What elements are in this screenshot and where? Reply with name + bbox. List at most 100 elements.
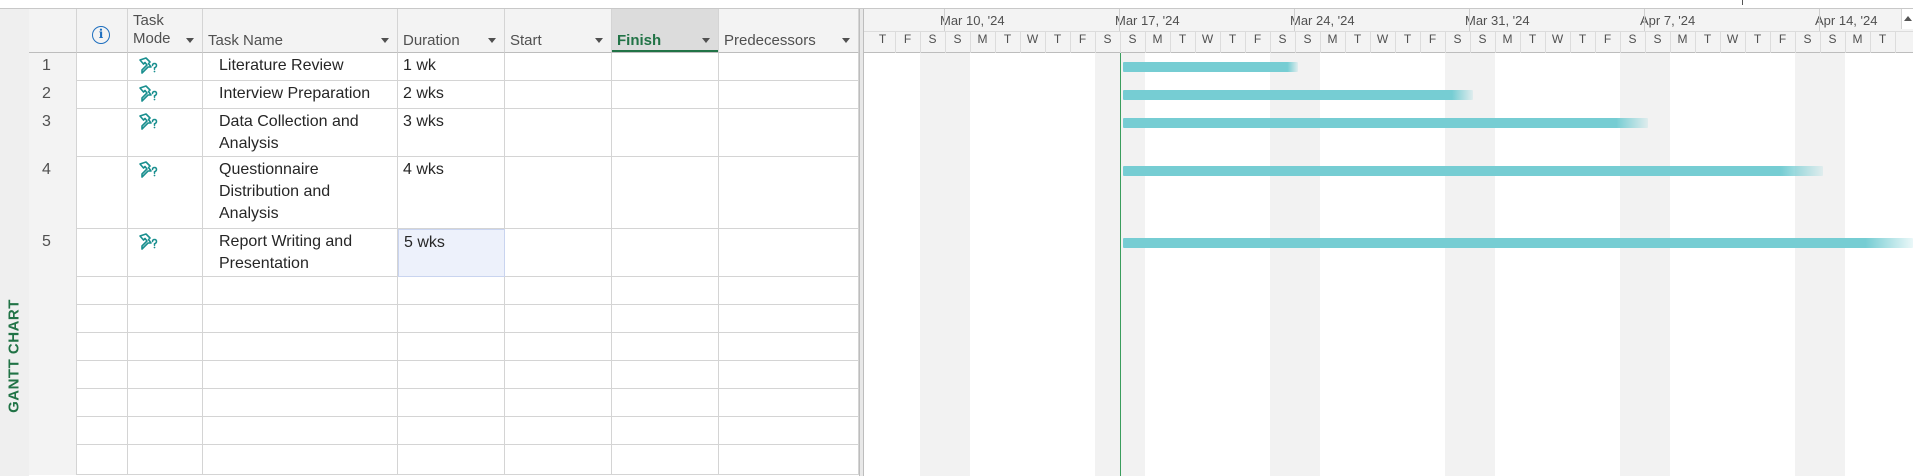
- indicator-cell[interactable]: [77, 53, 128, 81]
- task-bar[interactable]: [1123, 166, 1823, 176]
- empty-cell[interactable]: [77, 445, 128, 475]
- empty-cell[interactable]: [505, 333, 612, 361]
- task-row[interactable]: 4 Questionnaire Distribution and Analysis…: [29, 157, 859, 229]
- empty-cell[interactable]: [612, 305, 719, 333]
- empty-row[interactable]: [29, 445, 859, 475]
- empty-cell[interactable]: [398, 333, 505, 361]
- task-row[interactable]: 1 Literature Review 1 wk: [29, 53, 859, 81]
- empty-cell[interactable]: [77, 305, 128, 333]
- indicator-cell[interactable]: [77, 109, 128, 157]
- col-header-task-name[interactable]: Task Name: [203, 9, 398, 53]
- empty-cell[interactable]: [719, 389, 859, 417]
- scroll-up-button[interactable]: [1901, 9, 1913, 29]
- empty-cell[interactable]: [29, 417, 77, 445]
- empty-cell[interactable]: [29, 277, 77, 305]
- empty-cell[interactable]: [612, 361, 719, 389]
- empty-cell[interactable]: [398, 445, 505, 475]
- row-id[interactable]: 3: [29, 109, 77, 157]
- task-mode-cell[interactable]: [128, 229, 203, 277]
- empty-cell[interactable]: [398, 417, 505, 445]
- empty-cell[interactable]: [505, 361, 612, 389]
- predecessors-cell[interactable]: [719, 109, 859, 157]
- empty-cell[interactable]: [128, 445, 203, 475]
- task-mode-cell[interactable]: [128, 81, 203, 109]
- chevron-down-icon[interactable]: [702, 38, 710, 43]
- empty-cell[interactable]: [719, 417, 859, 445]
- col-header-start[interactable]: Start: [505, 9, 612, 53]
- empty-cell[interactable]: [128, 333, 203, 361]
- col-header-predecessors[interactable]: Predecessors: [719, 9, 859, 53]
- empty-cell[interactable]: [398, 277, 505, 305]
- empty-cell[interactable]: [398, 361, 505, 389]
- empty-cell[interactable]: [398, 389, 505, 417]
- task-row[interactable]: 3 Data Collection and Analysis 3 wks: [29, 109, 859, 157]
- task-row[interactable]: 2 Interview Preparation 2 wks: [29, 81, 859, 109]
- indicator-cell[interactable]: [77, 81, 128, 109]
- empty-cell[interactable]: [29, 445, 77, 475]
- empty-cell[interactable]: [77, 361, 128, 389]
- chevron-down-icon[interactable]: [488, 38, 496, 43]
- indicator-cell[interactable]: [77, 229, 128, 277]
- empty-cell[interactable]: [77, 277, 128, 305]
- empty-cell[interactable]: [719, 333, 859, 361]
- start-cell[interactable]: [505, 229, 612, 277]
- task-bar[interactable]: [1123, 238, 1913, 248]
- empty-cell[interactable]: [128, 361, 203, 389]
- empty-cell[interactable]: [505, 277, 612, 305]
- view-bar[interactable]: GANTT CHART: [0, 9, 30, 476]
- empty-cell[interactable]: [719, 445, 859, 475]
- empty-cell[interactable]: [203, 305, 398, 333]
- finish-cell[interactable]: [612, 229, 719, 277]
- predecessors-cell[interactable]: [719, 157, 859, 229]
- chevron-down-icon[interactable]: [186, 38, 194, 43]
- timescale-header[interactable]: TFSSMTWTFSSMTWTFSSMTWTFSSMTWTFSSMTWTFSSM…: [864, 9, 1913, 53]
- task-row[interactable]: 5 Report Writing and Presentation 5 wks: [29, 229, 859, 277]
- empty-cell[interactable]: [719, 361, 859, 389]
- row-id[interactable]: 2: [29, 81, 77, 109]
- empty-cell[interactable]: [719, 305, 859, 333]
- task-mode-cell[interactable]: [128, 53, 203, 81]
- empty-cell[interactable]: [128, 277, 203, 305]
- task-mode-cell[interactable]: [128, 157, 203, 229]
- finish-cell[interactable]: [612, 81, 719, 109]
- empty-cell[interactable]: [612, 417, 719, 445]
- task-name-cell[interactable]: Literature Review: [203, 53, 398, 81]
- chevron-down-icon[interactable]: [595, 38, 603, 43]
- row-id[interactable]: 5: [29, 229, 77, 277]
- empty-cell[interactable]: [505, 417, 612, 445]
- empty-cell[interactable]: [29, 361, 77, 389]
- empty-cell[interactable]: [77, 417, 128, 445]
- task-bar[interactable]: [1123, 118, 1648, 128]
- col-header-duration[interactable]: Duration: [398, 9, 505, 53]
- empty-cell[interactable]: [203, 277, 398, 305]
- empty-cell[interactable]: [29, 305, 77, 333]
- empty-cell[interactable]: [77, 389, 128, 417]
- empty-row[interactable]: [29, 361, 859, 389]
- empty-cell[interactable]: [612, 445, 719, 475]
- empty-cell[interactable]: [29, 333, 77, 361]
- empty-cell[interactable]: [29, 389, 77, 417]
- col-header-indicators[interactable]: i: [77, 9, 128, 53]
- duration-cell[interactable]: 1 wk: [398, 53, 505, 81]
- empty-cell[interactable]: [505, 389, 612, 417]
- empty-cell[interactable]: [203, 417, 398, 445]
- finish-cell[interactable]: [612, 109, 719, 157]
- empty-row[interactable]: [29, 305, 859, 333]
- select-all-corner[interactable]: [29, 9, 77, 53]
- empty-cell[interactable]: [505, 445, 612, 475]
- duration-cell[interactable]: 3 wks: [398, 109, 505, 157]
- col-header-finish[interactable]: Finish: [612, 9, 719, 53]
- row-id[interactable]: 4: [29, 157, 77, 229]
- empty-row[interactable]: [29, 389, 859, 417]
- empty-cell[interactable]: [203, 445, 398, 475]
- finish-cell[interactable]: [612, 157, 719, 229]
- task-name-cell[interactable]: Questionnaire Distribution and Analysis: [203, 157, 398, 229]
- task-bar[interactable]: [1123, 90, 1473, 100]
- empty-cell[interactable]: [612, 333, 719, 361]
- empty-cell[interactable]: [203, 333, 398, 361]
- task-name-cell[interactable]: Data Collection and Analysis: [203, 109, 398, 157]
- duration-cell[interactable]: 5 wks: [398, 229, 505, 277]
- chevron-down-icon[interactable]: [842, 38, 850, 43]
- empty-cell[interactable]: [77, 333, 128, 361]
- empty-cell[interactable]: [398, 305, 505, 333]
